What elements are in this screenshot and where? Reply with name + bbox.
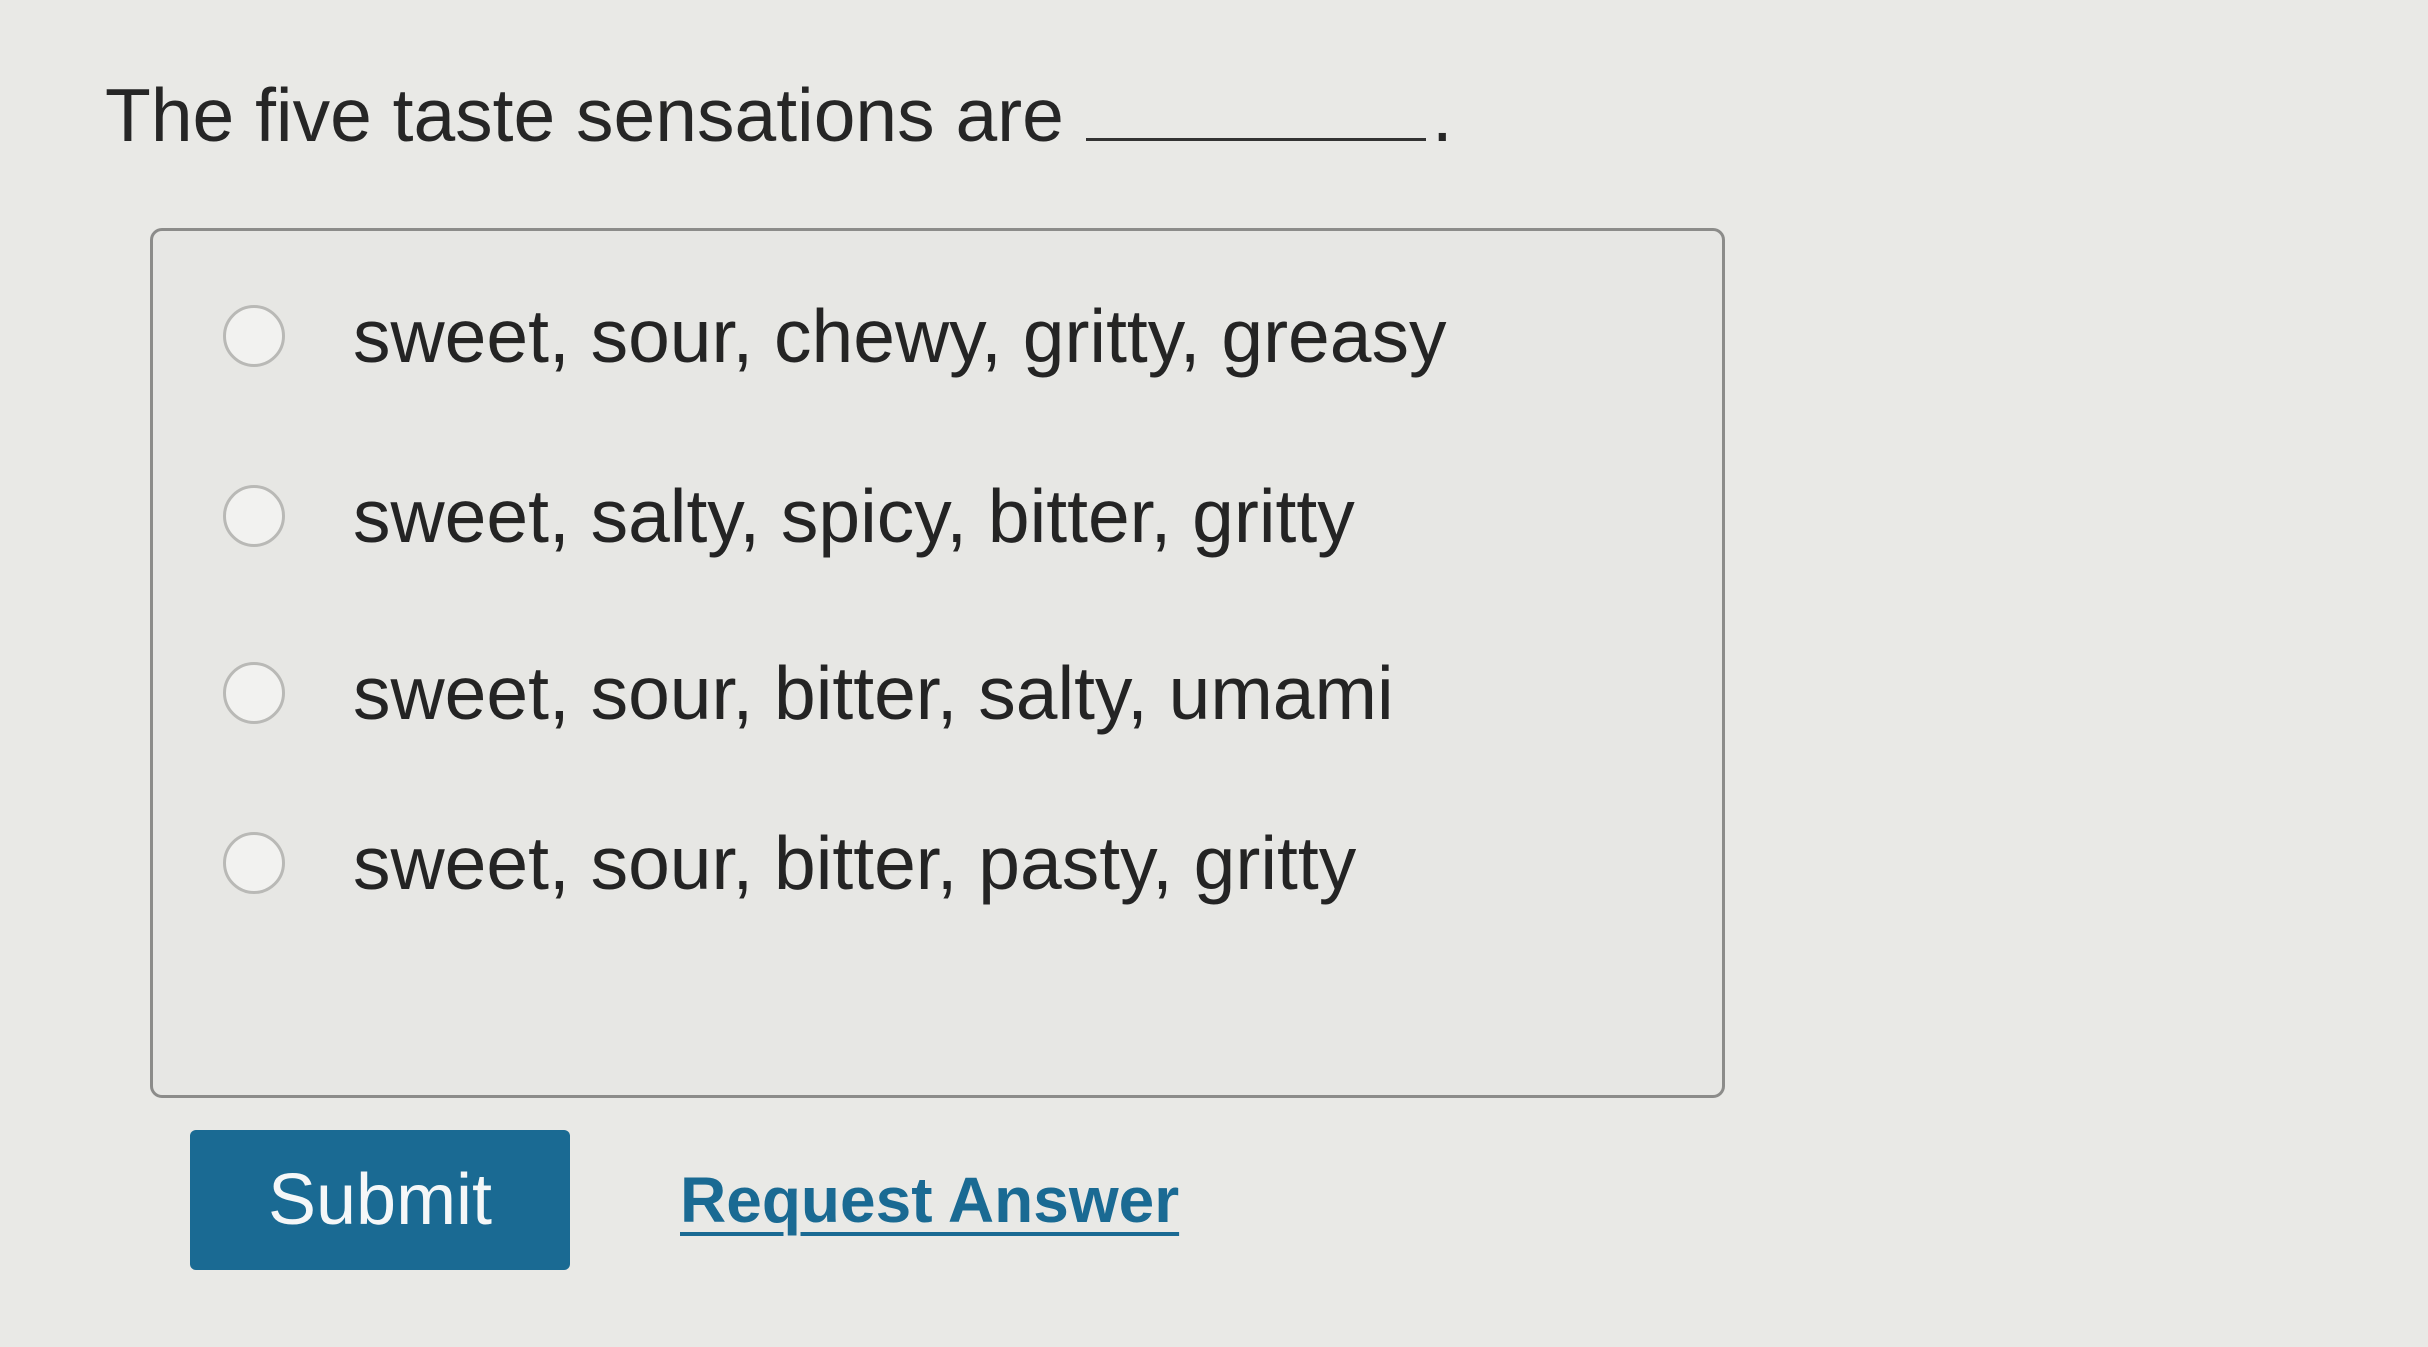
radio-button-icon[interactable] [223, 662, 285, 724]
choice-option-2[interactable]: sweet, salty, spicy, bitter, gritty [223, 466, 1355, 566]
answer-choices-group: sweet, sour, chewy, gritty, greasy sweet… [150, 228, 1725, 1098]
request-answer-link[interactable]: Request Answer [680, 1163, 1179, 1237]
question-prompt: The five taste sensations are. [105, 70, 1453, 160]
question-text: The five taste sensations are [105, 73, 1064, 157]
submit-button[interactable]: Submit [190, 1130, 570, 1270]
answer-blank [1085, 72, 1426, 141]
radio-button-icon[interactable] [223, 485, 285, 547]
question-terminator: . [1431, 73, 1453, 157]
choice-option-3[interactable]: sweet, sour, bitter, salty, umami [223, 643, 1394, 743]
choice-label[interactable]: sweet, salty, spicy, bitter, gritty [353, 471, 1355, 561]
choice-label[interactable]: sweet, sour, chewy, gritty, greasy [353, 291, 1446, 381]
choice-label[interactable]: sweet, sour, bitter, salty, umami [353, 648, 1394, 738]
choice-option-1[interactable]: sweet, sour, chewy, gritty, greasy [223, 286, 1446, 386]
choice-option-4[interactable]: sweet, sour, bitter, pasty, gritty [223, 813, 1356, 913]
radio-button-icon[interactable] [223, 832, 285, 894]
action-bar: Submit Request Answer [190, 1130, 1179, 1270]
choice-label[interactable]: sweet, sour, bitter, pasty, gritty [353, 818, 1356, 908]
radio-button-icon[interactable] [223, 305, 285, 367]
